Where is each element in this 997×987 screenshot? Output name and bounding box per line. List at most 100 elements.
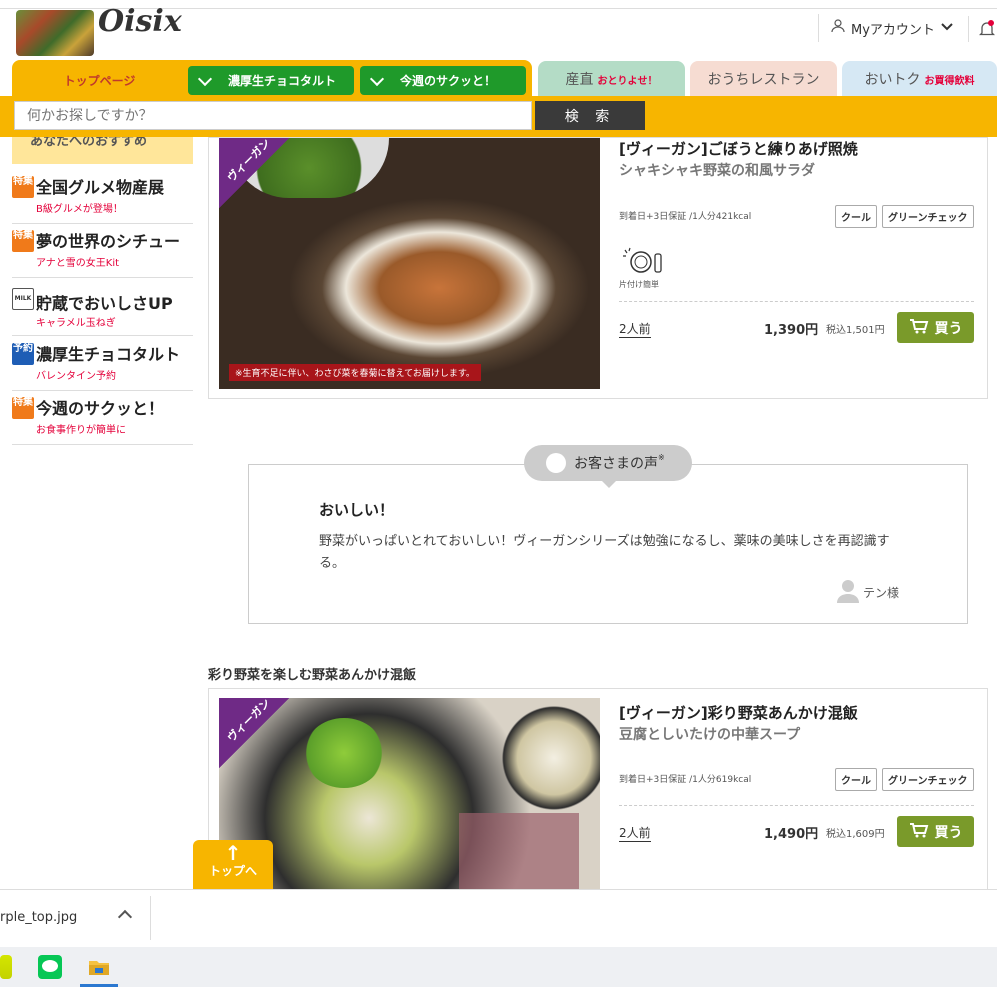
- image-note: ※生育不足に伴い、わさび菜を春菊に替えてお届けします。: [229, 364, 481, 381]
- review-user: テン様: [837, 579, 899, 606]
- search-bar: 検 索: [0, 96, 997, 137]
- buy-label: 買う: [934, 824, 963, 841]
- feature-badge-icon: 特集: [12, 397, 34, 419]
- download-divider: [150, 896, 151, 940]
- chevron-down-icon: [941, 21, 953, 36]
- feature-badge-icon: 特集: [12, 230, 34, 252]
- cart-icon: [909, 822, 929, 842]
- tag-cool: クール: [835, 768, 877, 791]
- tab-sanchoku-label: 産直: [565, 72, 594, 88]
- sidebar-item-stew[interactable]: 特集 夢の世界のシチュー アナと雪の女王Kit: [12, 224, 193, 278]
- buy-button[interactable]: 買う: [897, 816, 974, 847]
- product-meta: 到着日+3日保証 /1人分421kcal: [619, 212, 752, 222]
- customer-voice-text: お客さまの声: [574, 456, 658, 472]
- folder-icon[interactable]: [87, 955, 111, 979]
- sidebar-item-sub: B級グルメが登場！: [36, 204, 123, 215]
- sidebar-item-choco[interactable]: 予約 濃厚生チョコタルト バレンタイン予約: [12, 337, 193, 391]
- page: Oisix Myアカウント トップページ 濃厚生チョコタルト 今週のサクッと！ …: [0, 0, 997, 987]
- product-card: ヴィーガン [ヴィーガン]彩り野菜あんかけ混飯 豆腐としいたけの中華スープ 到着…: [208, 688, 988, 908]
- milk-bottle-icon: MILK: [12, 288, 34, 310]
- tab-ouchi-restaurant-label: おうちレストラン: [707, 72, 820, 88]
- tag-cool: クール: [835, 205, 877, 228]
- buy-label: 買う: [934, 320, 963, 337]
- sidebar-item-sub: バレンタイン予約: [36, 371, 116, 382]
- tab-sanchoku-sub: おとりよせ！: [597, 75, 658, 87]
- product-qty[interactable]: 2人前: [619, 824, 651, 842]
- notification-button[interactable]: [968, 16, 996, 42]
- product-qty[interactable]: 2人前: [619, 320, 651, 338]
- download-filename[interactable]: rple_top.jpg: [0, 910, 77, 925]
- product-subtitle: シャキシャキ野菜の和風サラダ: [619, 163, 815, 179]
- product-meta: 到着日+3日保証 /1人分619kcal: [619, 775, 752, 785]
- chevron-up-icon[interactable]: [117, 909, 133, 925]
- bell-icon: [978, 20, 996, 42]
- vegan-ribbon: ヴィーガン: [219, 698, 289, 768]
- nav-choco-tart-label: 濃厚生チョコタルト: [228, 74, 337, 88]
- product-subtitle: 豆腐としいたけの中華スープ: [619, 727, 801, 743]
- cart-icon: [909, 318, 929, 338]
- divider: [619, 301, 974, 302]
- product-title[interactable]: [ヴィーガン]ごぼうと練りあげ照焼: [619, 138, 858, 159]
- review-title: おいしい！: [319, 501, 395, 519]
- product-tax-price: 税込1,609円: [826, 829, 885, 840]
- tab-oitoku-sub: お買得飲料: [924, 75, 975, 87]
- speech-icon: [546, 453, 566, 473]
- tab-oitoku-label: おいトク: [864, 72, 921, 88]
- app-icon[interactable]: [0, 955, 12, 979]
- sidebar-heading: あなたへのおすすめ: [12, 137, 193, 164]
- review-box: おいしい！ 野菜がいっぱいとれておいしい！ヴィーガンシリーズは勉強になるし、薬味…: [248, 464, 968, 624]
- cloth-image: [459, 698, 579, 890]
- back-to-top-label: トップへ: [208, 864, 257, 878]
- nav-weekly-quick[interactable]: 今週のサクッと！: [360, 66, 526, 95]
- product-price: 1,490円: [764, 827, 819, 842]
- sidebar-item-title: 夢の世界のシチュー: [36, 232, 181, 251]
- back-to-top-button[interactable]: ↑ トップへ: [193, 840, 273, 890]
- user-icon: [831, 19, 845, 37]
- logo[interactable]: Oisix: [16, 4, 196, 60]
- review-body: 野菜がいっぱいとれておいしい！ヴィーガンシリーズは勉強になるし、薬味の美味しさを…: [319, 534, 890, 571]
- sidebar-item-sub: キャラメル玉ねぎ: [36, 318, 116, 329]
- product-image[interactable]: ヴィーガン: [219, 698, 600, 890]
- sidebar-item-onion[interactable]: MILK 貯蔵でおいしさUP キャラメル玉ねぎ: [12, 278, 193, 336]
- vegan-ribbon: ヴィーガン: [219, 138, 289, 208]
- chevron-down-icon: [369, 71, 385, 86]
- user-avatar-icon: [837, 579, 859, 606]
- lettuce-image: [304, 718, 384, 788]
- buy-button[interactable]: 買う: [897, 312, 974, 343]
- tab-ouchi-restaurant[interactable]: おうちレストラン: [690, 61, 837, 97]
- sidebar-item-title: 全国グルメ物産展: [36, 178, 165, 197]
- account-menu[interactable]: Myアカウント: [818, 14, 953, 42]
- product-card: ヴィーガン ※生育不足に伴い、わさび菜を春菊に替えてお届けします。 [ヴィーガン…: [208, 137, 988, 399]
- sidebar-item-quick[interactable]: 特集 今週のサクッと！ お食事作りが簡単に: [12, 391, 193, 445]
- customer-voice-label: お客さまの声 ※: [524, 445, 692, 488]
- sidebar-item-title: 貯蔵でおいしさUP: [36, 294, 173, 313]
- review-user-name: テン様: [863, 586, 900, 600]
- sidebar-item-sub: アナと雪の女王Kit: [36, 258, 120, 269]
- logo-text: Oisix: [98, 4, 182, 39]
- tab-oitoku[interactable]: おいトク お買得飲料: [842, 61, 997, 97]
- easy-cleanup-label: 片付け簡単: [619, 280, 659, 289]
- taskbar: [0, 947, 997, 987]
- product-price: 1,390円: [764, 323, 819, 338]
- nav-choco-tart[interactable]: 濃厚生チョコタルト: [188, 66, 354, 95]
- download-bar: rple_top.jpg: [0, 889, 997, 947]
- chevron-down-icon: [197, 71, 213, 86]
- search-input[interactable]: [14, 101, 532, 130]
- logo-vegetables-image: [16, 10, 94, 56]
- product-image[interactable]: ヴィーガン ※生育不足に伴い、わさび菜を春菊に替えてお届けします。: [219, 138, 600, 389]
- easy-cleanup-icon: [621, 246, 665, 280]
- arrow-up-icon: ↑: [224, 841, 242, 865]
- product-title[interactable]: [ヴィーガン]彩り野菜あんかけ混飯: [619, 702, 858, 723]
- line-app-icon[interactable]: [38, 955, 62, 979]
- tag-green-check: グリーンチェック: [882, 768, 974, 791]
- feature-badge-icon: 特集: [12, 176, 34, 198]
- customer-voice-mark: ※: [658, 452, 665, 462]
- section-title: 彩り野菜を楽しむ野菜あんかけ混飯: [208, 668, 417, 683]
- search-button[interactable]: 検 索: [535, 101, 645, 130]
- sidebar-item-gourmet[interactable]: 特集 全国グルメ物産展 B級グルメが登場！: [12, 170, 193, 224]
- account-label: Myアカウント: [851, 22, 935, 38]
- tag-green-check: グリーンチェック: [882, 205, 974, 228]
- tab-sanchoku[interactable]: 産直 おとりよせ！: [538, 61, 685, 97]
- nav-top-page[interactable]: トップページ: [12, 60, 187, 100]
- reservation-badge-icon: 予約: [12, 343, 34, 365]
